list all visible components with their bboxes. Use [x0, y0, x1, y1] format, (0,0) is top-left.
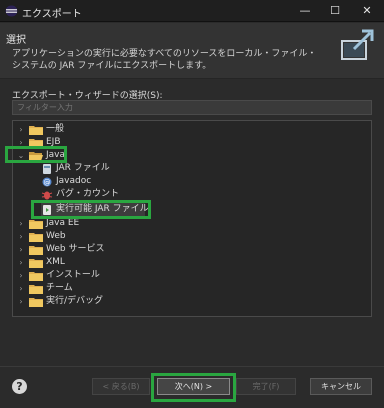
folder-icon: [29, 285, 43, 294]
highlight-next: [151, 373, 236, 402]
bug-icon: [41, 191, 53, 200]
chevron-right-icon[interactable]: ›: [16, 295, 26, 308]
tree-node-jar-file[interactable]: JAR ファイル: [41, 162, 201, 175]
tree-node-run-debug[interactable]: › 実行/デバッグ: [16, 295, 216, 308]
tree-node-label: Web サービス: [46, 244, 105, 254]
chevron-right-icon[interactable]: ›: [16, 282, 26, 295]
folder-icon: [29, 259, 43, 268]
eclipse-icon: [5, 5, 18, 17]
tree-node-label: インストール: [46, 270, 100, 280]
jar-icon: [43, 164, 51, 174]
chevron-right-icon[interactable]: ›: [16, 256, 26, 269]
tree-node-label: Web: [46, 231, 66, 241]
help-icon[interactable]: ?: [12, 379, 27, 394]
back-button[interactable]: < 戻る(B): [92, 378, 150, 395]
tree-node-general[interactable]: › 一般: [16, 123, 216, 136]
chevron-right-icon[interactable]: ›: [16, 269, 26, 282]
tree-node-label: チーム: [46, 283, 73, 293]
close-button[interactable]: ✕: [352, 0, 382, 22]
page-description: アプリケーションの実行に必要なすべてのリソースをローカル・ファイル・システムの …: [12, 49, 317, 71]
tree-node-label: XML: [46, 257, 65, 267]
tree-node-install[interactable]: › インストール: [16, 269, 216, 282]
chevron-right-icon[interactable]: ›: [16, 217, 26, 230]
folder-icon: [29, 220, 43, 229]
tree-node-web[interactable]: › Web: [16, 230, 216, 243]
window-title: エクスポート: [22, 9, 82, 20]
cancel-button[interactable]: キャンセル: [310, 378, 372, 395]
chevron-right-icon[interactable]: ›: [16, 230, 26, 243]
page-title: 選択: [6, 35, 26, 46]
maximize-button[interactable]: ☐: [320, 0, 350, 22]
folder-icon: [29, 246, 43, 255]
javadoc-icon: @: [42, 177, 52, 187]
title-bar: エクスポート — ☐ ✕: [0, 0, 384, 22]
svg-text:@: @: [44, 179, 51, 187]
tree-node-team[interactable]: › チーム: [16, 282, 216, 295]
tree-node-web-service[interactable]: › Web サービス: [16, 243, 216, 256]
tree-node-javadoc[interactable]: @ Javadoc: [41, 175, 201, 188]
tree-node-label: JAR ファイル: [56, 163, 110, 173]
folder-icon: [29, 126, 43, 135]
chevron-right-icon[interactable]: ›: [16, 243, 26, 256]
export-banner-icon: [341, 29, 374, 60]
filter-input[interactable]: [12, 100, 372, 115]
wizard-header: 選択 アプリケーションの実行に必要なすべてのリソースをローカル・ファイル・システ…: [0, 23, 384, 79]
folder-icon: [29, 298, 43, 307]
tree-node-label: Javadoc: [56, 176, 92, 186]
folder-icon: [29, 233, 43, 242]
highlight-runnable-jar: [31, 200, 151, 219]
chevron-right-icon[interactable]: ›: [16, 123, 26, 136]
folder-icon: [29, 272, 43, 281]
finish-button[interactable]: 完了(F): [236, 378, 296, 395]
tree-node-label: 実行/デバッグ: [46, 296, 104, 306]
tree-node-xml[interactable]: › XML: [16, 256, 216, 269]
minimize-button[interactable]: —: [290, 0, 320, 22]
tree-node-label: 一般: [46, 124, 65, 134]
highlight-java: [5, 146, 67, 163]
